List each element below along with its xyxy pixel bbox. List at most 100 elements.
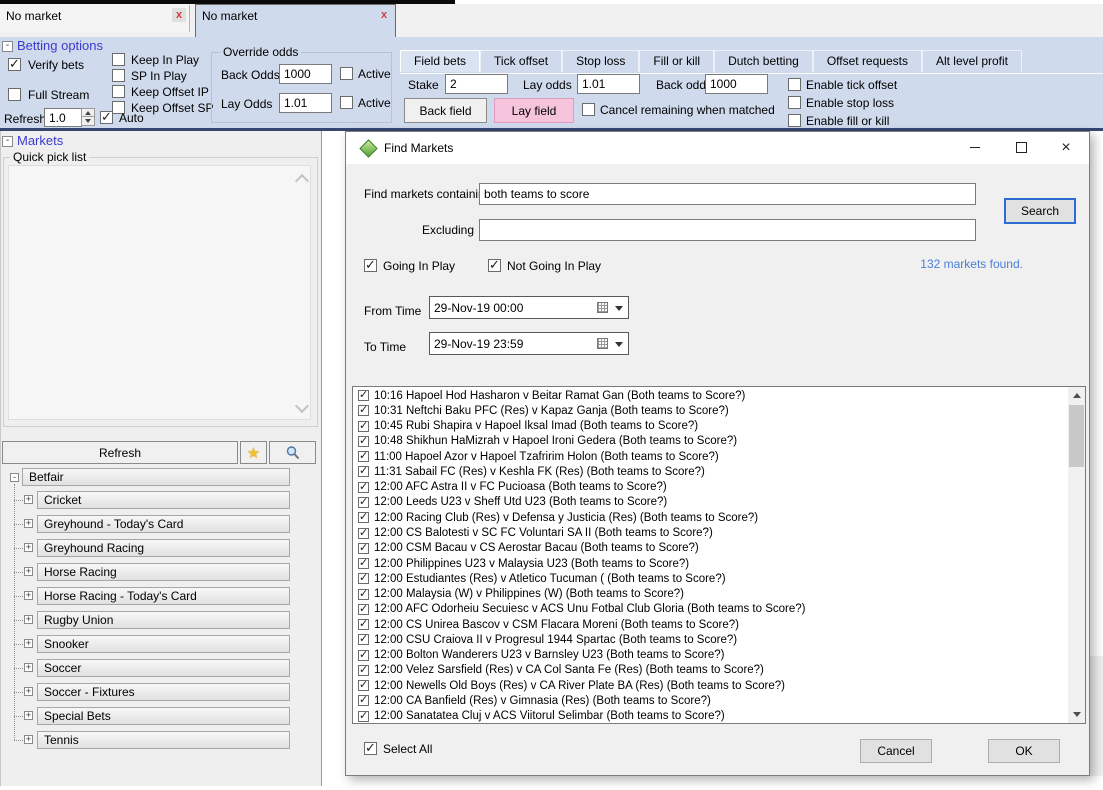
tab-close-icon[interactable]: x	[172, 8, 186, 22]
tree-expand-icon[interactable]: +	[24, 687, 33, 696]
market-row-checkbox[interactable]	[358, 634, 369, 645]
market-tab-1[interactable]: No market x	[0, 5, 190, 32]
tab-stop-loss[interactable]: Stop loss	[562, 50, 639, 72]
tree-expand-icon[interactable]: +	[24, 543, 33, 552]
market-row-checkbox[interactable]	[358, 512, 369, 523]
tree-node-soccer[interactable]: Soccer	[37, 659, 290, 677]
select-all-checkbox[interactable]	[364, 742, 377, 755]
dropdown-arrow-icon[interactable]	[615, 306, 623, 311]
to-time-picker[interactable]: 29-Nov-19 23:59	[429, 332, 629, 355]
scroll-up-icon[interactable]	[1068, 387, 1085, 404]
tree-root-collapse-icon[interactable]: -	[10, 473, 19, 482]
tree-expand-icon[interactable]: +	[24, 567, 33, 576]
market-row-checkbox[interactable]	[358, 543, 369, 554]
market-row-checkbox[interactable]	[358, 558, 369, 569]
tree-expand-icon[interactable]: +	[24, 639, 33, 648]
tree-node-soccer-fixtures[interactable]: Soccer - Fixtures	[37, 683, 290, 701]
market-row[interactable]: 12:00 Philippines U23 v Malaysia U23 (Bo…	[353, 556, 1067, 571]
from-time-picker[interactable]: 29-Nov-19 00:00	[429, 296, 629, 319]
tree-node-greyhound-racing[interactable]: Greyhound Racing	[37, 539, 290, 557]
market-row-checkbox[interactable]	[358, 482, 369, 493]
stepper-up-icon[interactable]	[81, 108, 95, 117]
market-row[interactable]: 12:00 Sanatatea Cluj v ACS Viitorul Seli…	[353, 709, 1067, 724]
tab-field-bets[interactable]: Field bets	[400, 50, 480, 72]
tree-expand-icon[interactable]: +	[24, 615, 33, 624]
market-row[interactable]: 12:00 AFC Astra II v FC Pucioasa (Both t…	[353, 480, 1067, 495]
lay-odds-input[interactable]: 1.01	[279, 93, 332, 113]
search-button[interactable]: Search	[1004, 198, 1076, 224]
calendar-icon[interactable]	[597, 302, 608, 313]
market-row[interactable]: 11:31 Sabail FC (Res) v Keshla FK (Res) …	[353, 464, 1067, 479]
enable-stop-loss-checkbox[interactable]	[788, 96, 801, 109]
ok-button[interactable]: OK	[988, 739, 1060, 763]
tab-tick-offset[interactable]: Tick offset	[480, 50, 562, 72]
refresh-markets-button[interactable]: Refresh	[2, 441, 238, 464]
market-row-checkbox[interactable]	[358, 528, 369, 539]
market-tab-2[interactable]: No market x	[195, 4, 396, 37]
tree-node-horse-racing[interactable]: Horse Racing	[37, 563, 290, 581]
market-row-checkbox[interactable]	[358, 451, 369, 462]
keep-offset-ip-checkbox[interactable]	[112, 85, 125, 98]
tree-expand-icon[interactable]: +	[24, 495, 33, 504]
market-row-checkbox[interactable]	[358, 390, 369, 401]
tab-fill-or-kill[interactable]: Fill or kill	[639, 50, 714, 72]
cancel-button[interactable]: Cancel	[860, 739, 932, 763]
tree-expand-icon[interactable]: +	[24, 519, 33, 528]
auto-checkbox[interactable]	[100, 111, 113, 124]
back-odds-active-checkbox[interactable]	[340, 67, 353, 80]
tree-node-greyhound-today-s-card[interactable]: Greyhound - Today's Card	[37, 515, 290, 533]
scroll-up-icon[interactable]	[295, 174, 309, 188]
back-odds-input[interactable]: 1000	[279, 64, 332, 84]
quick-pick-list[interactable]	[8, 165, 311, 420]
market-row[interactable]: 10:45 Rubi Shapira v Hapoel Iksal Imad (…	[353, 419, 1067, 434]
market-row-checkbox[interactable]	[358, 573, 369, 584]
market-row[interactable]: 12:00 CSM Bacau v CS Aerostar Bacau (Bot…	[353, 541, 1067, 556]
going-in-play-checkbox[interactable]	[364, 259, 377, 272]
close-button[interactable]: ×	[1049, 134, 1083, 161]
market-row[interactable]: 12:00 Bolton Wanderers U23 v Barnsley U2…	[353, 648, 1067, 663]
calendar-icon[interactable]	[597, 338, 608, 349]
back-field-button[interactable]: Back field	[404, 98, 487, 123]
market-row-checkbox[interactable]	[358, 665, 369, 676]
market-row[interactable]: 12:00 Malaysia (W) v Philippines (W) (Bo…	[353, 586, 1067, 601]
dropdown-arrow-icon[interactable]	[615, 342, 623, 347]
market-row[interactable]: 12:00 AFC Odorheiu Secuiesc v ACS Unu Fo…	[353, 602, 1067, 617]
verify-bets-checkbox[interactable]	[8, 58, 21, 71]
sp-in-play-checkbox[interactable]	[112, 69, 125, 82]
containing-input[interactable]: both teams to score	[479, 183, 976, 205]
tree-node-betfair[interactable]: Betfair	[22, 468, 290, 486]
market-row[interactable]: 10:16 Hapoel Hod Hasharon v Beitar Ramat…	[353, 388, 1067, 403]
dialog-titlebar[interactable]: Find Markets ×	[346, 132, 1089, 164]
market-row-checkbox[interactable]	[358, 695, 369, 706]
scrollbar-thumb[interactable]	[1069, 405, 1084, 467]
scroll-down-icon[interactable]	[1068, 706, 1085, 723]
trading-back-odds-input[interactable]: 1000	[705, 74, 768, 94]
maximize-button[interactable]	[1004, 134, 1038, 161]
enable-fill-or-kill-checkbox[interactable]	[788, 114, 801, 127]
tree-expand-icon[interactable]: +	[24, 735, 33, 744]
market-row-checkbox[interactable]	[358, 589, 369, 600]
market-row-checkbox[interactable]	[358, 497, 369, 508]
cancel-remaining-checkbox[interactable]	[582, 103, 595, 116]
keep-in-play-checkbox[interactable]	[112, 53, 125, 66]
market-row-checkbox[interactable]	[358, 650, 369, 661]
full-stream-checkbox[interactable]	[8, 88, 21, 101]
favourites-button[interactable]: ★	[240, 441, 267, 464]
search-markets-button[interactable]	[269, 441, 316, 464]
market-row-checkbox[interactable]	[358, 711, 369, 722]
tab-close-icon[interactable]: x	[377, 8, 391, 22]
tree-expand-icon[interactable]: +	[24, 663, 33, 672]
refresh-rate-stepper[interactable]	[81, 108, 95, 127]
market-row[interactable]: 12:00 CA Banfield (Res) v Gimnasia (Res)…	[353, 693, 1067, 708]
market-row[interactable]: 10:31 Neftchi Baku PFC (Res) v Kapaz Gan…	[353, 403, 1067, 418]
tree-expand-icon[interactable]: +	[24, 591, 33, 600]
tree-node-tennis[interactable]: Tennis	[37, 731, 290, 749]
market-row-checkbox[interactable]	[358, 466, 369, 477]
lay-odds-active-checkbox[interactable]	[340, 96, 353, 109]
market-row[interactable]: 11:00 Hapoel Azor v Hapoel Tzafririm Hol…	[353, 449, 1067, 464]
market-row[interactable]: 12:00 Newells Old Boys (Res) v CA River …	[353, 678, 1067, 693]
market-row-checkbox[interactable]	[358, 405, 369, 416]
market-row[interactable]: 12:00 Velez Sarsfield (Res) v CA Col San…	[353, 663, 1067, 678]
market-row[interactable]: 12:00 CS Unirea Bascov v CSM Flacara Mor…	[353, 617, 1067, 632]
refresh-rate-input[interactable]: 1.0	[44, 108, 82, 127]
